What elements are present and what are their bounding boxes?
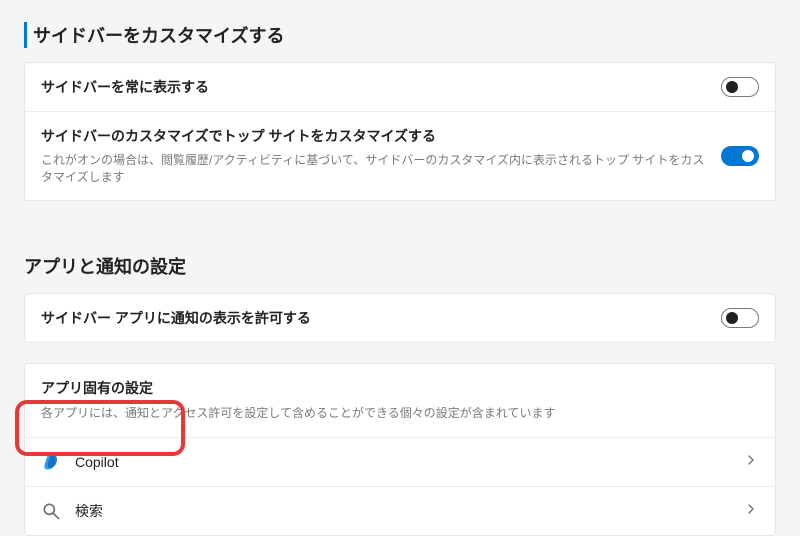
row-title-always-show: サイドバーを常に表示する: [41, 77, 709, 97]
toggle-allow-sidebar-app-notifications[interactable]: [721, 308, 759, 328]
toggle-always-show-sidebar[interactable]: [721, 77, 759, 97]
section-heading-customize-sidebar: サイドバーをカスタマイズする: [24, 22, 800, 48]
app-row-search[interactable]: 検索: [25, 487, 775, 535]
row-customize-top-sites: サイドバーのカスタマイズでトップ サイトをカスタマイズする これがオンの場合は、…: [25, 111, 775, 200]
app-label-copilot: Copilot: [75, 454, 729, 470]
row-title-customize-top-sites: サイドバーのカスタマイズでトップ サイトをカスタマイズする: [41, 126, 709, 146]
section-heading-app-notifications: アプリと通知の設定: [0, 231, 800, 293]
app-specific-settings-header: アプリ固有の設定 各アプリには、通知とアクセス許可を設定して含めることができる個…: [25, 364, 775, 438]
copilot-icon: [41, 452, 61, 472]
chevron-right-icon: [743, 501, 759, 520]
search-icon: [41, 501, 61, 521]
chevron-right-icon: [743, 452, 759, 471]
row-desc-customize-top-sites: これがオンの場合は、閲覧履歴/アクティビティに基づいて、サイドバーのカスタマイズ…: [41, 152, 709, 186]
app-row-copilot[interactable]: Copilot: [25, 438, 775, 487]
sidebar-customize-card: サイドバーを常に表示する サイドバーのカスタマイズでトップ サイトをカスタマイズ…: [24, 62, 776, 201]
row-always-show-sidebar: サイドバーを常に表示する: [25, 63, 775, 111]
app-settings-title: アプリ固有の設定: [41, 378, 759, 398]
row-title-allow-notifications: サイドバー アプリに通知の表示を許可する: [41, 308, 709, 328]
app-label-search: 検索: [75, 501, 729, 521]
app-settings-desc: 各アプリには、通知とアクセス許可を設定して含めることができる個々の設定が含まれて…: [41, 404, 759, 421]
notifications-card: サイドバー アプリに通知の表示を許可する: [24, 293, 776, 343]
toggle-customize-top-sites[interactable]: [721, 146, 759, 166]
row-allow-sidebar-app-notifications: サイドバー アプリに通知の表示を許可する: [25, 294, 775, 342]
